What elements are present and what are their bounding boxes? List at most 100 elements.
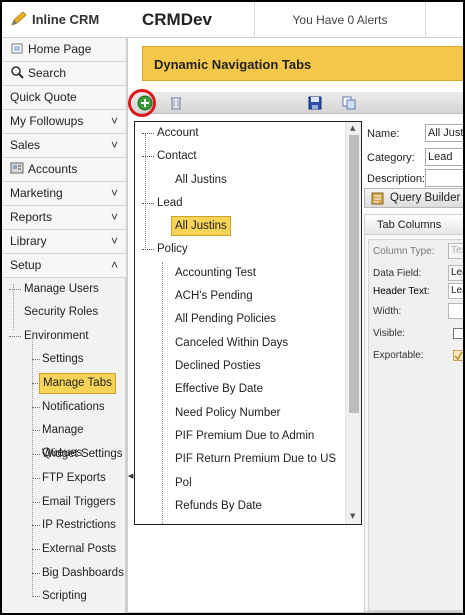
sidebar-subitem-external-posts[interactable]: External Posts (2, 538, 126, 561)
sidebar-item-marketing[interactable]: Marketing ˅ (2, 182, 126, 206)
tree-node[interactable]: Pol (135, 472, 345, 494)
sidebar-subitem-settings[interactable]: Settings (2, 348, 126, 371)
page-title: Dynamic Navigation Tabs (154, 57, 312, 72)
data-field-select[interactable]: Lead (448, 265, 463, 281)
sidebar-item-library[interactable]: Library ˅ (2, 230, 126, 254)
sidebar-subitem-label: Security Roles (24, 306, 99, 318)
tree-node-label: Declined Posties (175, 360, 261, 372)
width-field[interactable] (448, 303, 463, 319)
chevron-down-icon: ˅ (110, 186, 118, 200)
tree-node[interactable]: Effective By Date (135, 378, 345, 400)
sidebar-subitem-label-selected: Manage Tabs (39, 373, 116, 394)
collapse-arrow-icon[interactable]: ◀ (128, 472, 133, 480)
tree-node[interactable]: Lead (135, 192, 345, 214)
tree-node[interactable]: Policy (135, 238, 345, 260)
sidebar-subitem-widget-settings[interactable]: Widget Settings (2, 443, 126, 466)
accounts-icon (10, 162, 24, 174)
sidebar-item-accounts[interactable]: Accounts (2, 158, 126, 182)
delete-icon[interactable] (168, 95, 184, 111)
scrollbar-thumb[interactable] (349, 135, 359, 413)
sidebar-item-home-page[interactable]: Home Page (2, 38, 126, 62)
tree-node-label: Contact (157, 150, 197, 162)
sidebar-item-setup[interactable]: Setup ˄ (2, 254, 126, 278)
sidebar-subitem-label: Notifications (42, 401, 105, 413)
exportable-checkbox[interactable] (453, 350, 463, 361)
sidebar-item-label: Sales (10, 138, 41, 152)
sidebar-subitem-manage-tabs[interactable]: Manage Tabs (2, 372, 126, 395)
tree-node-label-selected: All Justins (171, 216, 231, 236)
tree-node[interactable]: Canceled Within Days (135, 332, 345, 354)
sidebar-item-sales[interactable]: Sales ˅ (2, 134, 126, 158)
check-icon (454, 351, 463, 360)
sidebar-item-my-followups[interactable]: My Followups ˅ (2, 110, 126, 134)
sidebar-subitem-environment[interactable]: Environment (2, 325, 126, 348)
tree-node[interactable]: PIF Return Premium Due to US (135, 448, 345, 470)
tree-node-label: Canceled Within Days (175, 337, 289, 349)
tab-tree[interactable]: Account Contact All Justins Lead All Jus… (134, 121, 362, 525)
tree-node-label: Refunds By Date (175, 500, 262, 512)
sidebar-item-quick-quote[interactable]: Quick Quote (2, 86, 126, 110)
sidebar-subitem-email-triggers[interactable]: Email Triggers (2, 491, 126, 514)
tree-node[interactable]: Contact (135, 145, 345, 167)
visible-checkbox[interactable] (453, 328, 463, 339)
sidebar-splitter[interactable] (126, 38, 128, 613)
toolbar (132, 92, 463, 114)
tree-connector (32, 454, 40, 455)
page-title-bar: Dynamic Navigation Tabs (142, 46, 463, 81)
tree-connector (32, 359, 40, 360)
sidebar-subitem-label: External Posts (42, 543, 117, 555)
name-label: Name: (367, 128, 400, 140)
sidebar-subitem-notifications[interactable]: Notifications (2, 396, 126, 419)
tree-node[interactable]: PIF Premium Due to Admin (135, 425, 345, 447)
sidebar-item-label: Marketing (10, 186, 63, 200)
tree-connector (142, 249, 154, 250)
tree-connector (32, 430, 40, 431)
tree-node-label: Lead (157, 197, 183, 209)
column-type-label: Column Type: (373, 246, 435, 257)
sidebar-subitem-security-roles[interactable]: Security Roles (2, 301, 126, 324)
sidebar-item-label: Reports (10, 210, 53, 224)
sidebar-subitem-ip-restrictions[interactable]: IP Restrictions (2, 514, 126, 537)
save-icon[interactable] (307, 95, 323, 111)
tree-node[interactable]: ACH's Pending (135, 285, 345, 307)
sidebar-subitem-label: Environment (24, 330, 89, 342)
query-builder-button[interactable]: Query Builder (364, 188, 463, 208)
tree-node-label: ACH's Pending (175, 290, 253, 302)
scroll-up-icon[interactable]: ▲ (350, 124, 355, 132)
copy-icon[interactable] (341, 95, 357, 111)
app-window: Inline CRM CRMDev You Have 0 Alerts Home… (0, 0, 465, 615)
sidebar-subitem-label: Widget Settings (42, 448, 123, 460)
tree-connector (32, 549, 40, 550)
width-label: Width: (373, 306, 402, 317)
category-select[interactable]: Lead (425, 148, 463, 166)
tree-connector (142, 156, 154, 157)
sidebar-item-reports[interactable]: Reports ˅ (2, 206, 126, 230)
tree-node[interactable]: Accounting Test (135, 262, 345, 284)
sidebar-item-label: Setup (10, 258, 42, 272)
tree-node[interactable]: Refunds By Date (135, 495, 345, 517)
tree-node[interactable]: All Pending Policies (135, 308, 345, 330)
description-field[interactable] (425, 169, 463, 187)
sidebar-subitem-label: Settings (42, 353, 84, 365)
name-field[interactable]: All Justins (425, 124, 463, 142)
chevron-down-icon: ˅ (110, 210, 118, 224)
tree-scrollbar[interactable]: ▲ ▼ (345, 122, 361, 524)
sidebar-item-label: Accounts (28, 162, 78, 176)
sidebar-subitem-ftp-exports[interactable]: FTP Exports (2, 467, 126, 490)
tree-node[interactable]: Need Policy Number (135, 402, 345, 424)
sidebar-subitem-manage-users[interactable]: Manage Users (2, 278, 126, 301)
tree-node-selected[interactable]: All Justins (135, 215, 345, 237)
sidebar-subitem-manage-queues[interactable]: Manage Queues (2, 419, 126, 459)
sidebar-item-search[interactable]: Search (2, 62, 126, 86)
alerts-indicator[interactable]: You Have 0 Alerts (254, 2, 426, 38)
tree-node[interactable]: Account (135, 122, 345, 144)
tab-columns-panel: Tab Columns Column Type: Text Data Field… (364, 214, 463, 612)
tab-columns-header[interactable]: Tab Columns (365, 215, 463, 235)
scroll-down-icon[interactable]: ▼ (350, 512, 355, 520)
column-type-select[interactable]: Text (448, 243, 463, 259)
sidebar-subitem-scripting[interactable]: Scripting (2, 585, 126, 608)
header-text-field[interactable]: Lead (448, 283, 463, 299)
tree-node[interactable]: Declined Posties (135, 355, 345, 377)
tree-node[interactable]: All Justins (135, 169, 345, 191)
sidebar-subitem-big-dashboards[interactable]: Big Dashboards (2, 562, 126, 585)
